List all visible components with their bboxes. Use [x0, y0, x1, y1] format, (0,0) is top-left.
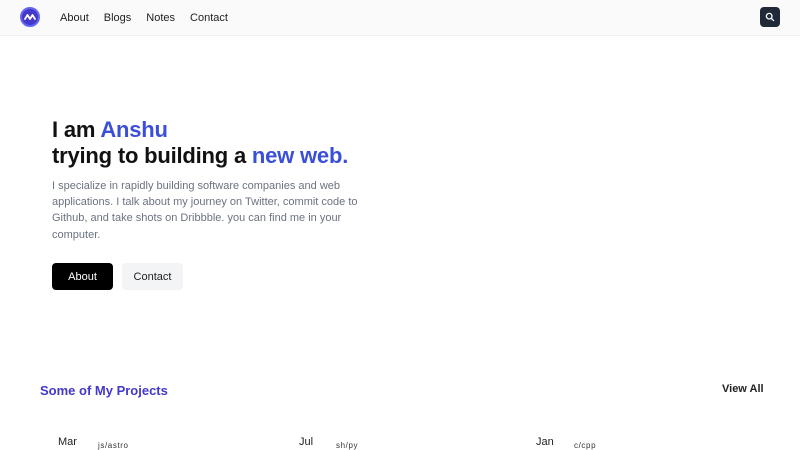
hero-greeting: I am	[52, 117, 101, 142]
hero-title: I am Anshu trying to building a new web.	[52, 117, 348, 169]
search-button[interactable]	[760, 7, 780, 27]
hero-name: Anshu	[100, 117, 168, 142]
hero-tagline-accent: new web.	[251, 143, 349, 168]
project-month: Jul	[299, 436, 314, 448]
project-month: Jan	[536, 436, 554, 448]
nav-link-blogs[interactable]: Blogs	[104, 12, 132, 24]
search-icon	[765, 12, 775, 22]
hero-line-2: trying to building a new web.	[52, 143, 348, 168]
nav-link-notes[interactable]: Notes	[146, 12, 175, 24]
project-tech: sh/py	[336, 441, 359, 450]
project-month: Mar	[58, 436, 77, 448]
logo-wave-icon	[24, 14, 36, 20]
logo-icon[interactable]	[20, 7, 40, 27]
hero-line-1: I am Anshu	[52, 117, 168, 142]
about-button[interactable]: About	[52, 263, 113, 290]
hero-description: I specialize in rapidly building softwar…	[52, 180, 358, 241]
view-all-link[interactable]: View All	[722, 383, 764, 395]
project-tech: c/cpp	[574, 441, 597, 450]
contact-button[interactable]: Contact	[122, 263, 183, 290]
nav-link-about[interactable]: About	[60, 12, 89, 24]
nav-links: About Blogs Notes Contact	[60, 0, 243, 36]
top-nav: About Blogs Notes Contact	[0, 0, 800, 36]
nav-link-contact[interactable]: Contact	[190, 12, 228, 24]
projects-heading: Some of My Projects	[40, 383, 168, 398]
project-tech: js/astro	[98, 441, 129, 450]
hero-tagline: trying to building a	[52, 143, 252, 168]
